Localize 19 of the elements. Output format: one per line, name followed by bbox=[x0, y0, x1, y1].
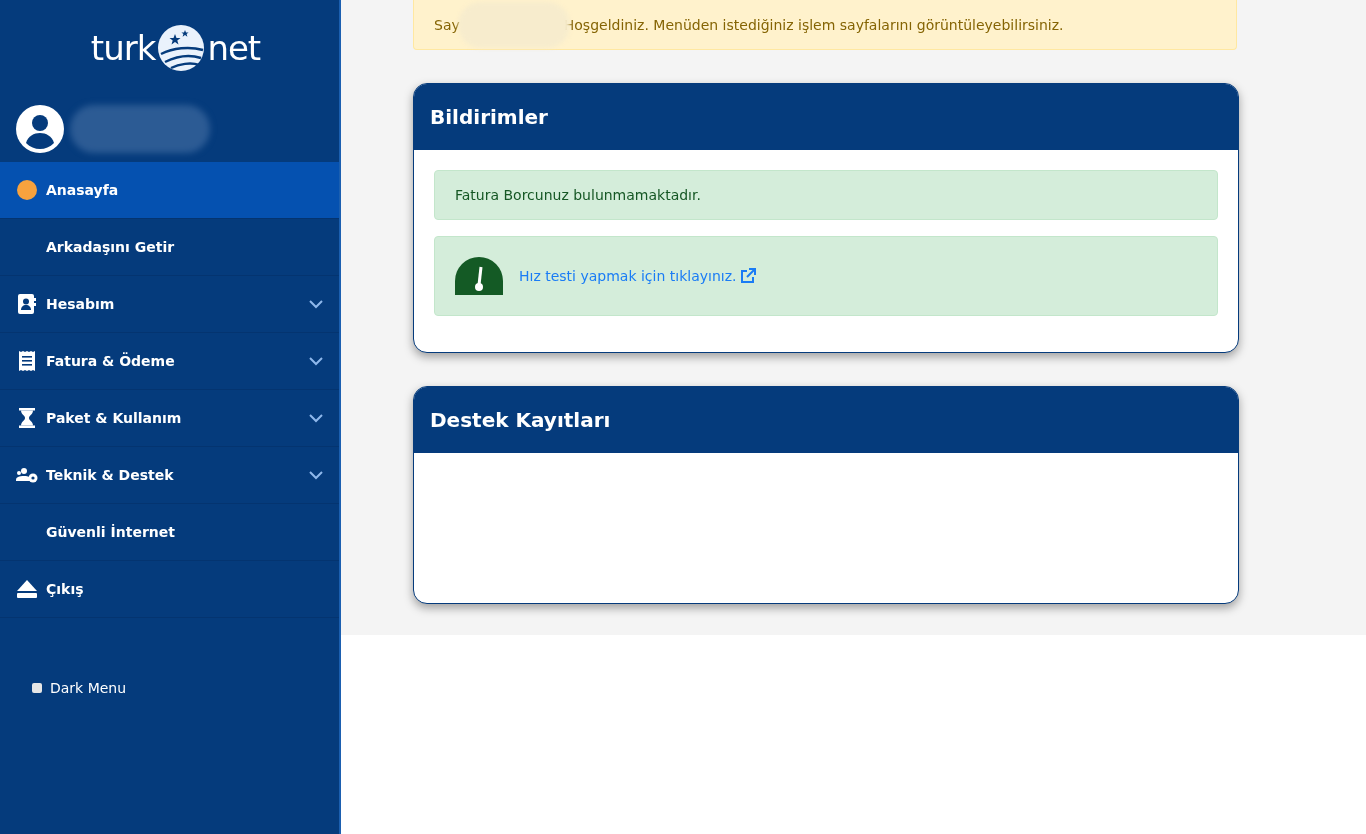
logo-text: net bbox=[207, 27, 261, 68]
alert-message: Fatura Borcunuz bulunmamaktadır. bbox=[434, 170, 1218, 220]
globe-logo-icon bbox=[157, 23, 206, 72]
external-link-icon bbox=[740, 268, 757, 284]
logo-text: turk bbox=[90, 27, 156, 68]
user-avatar-icon bbox=[16, 104, 64, 153]
status-dot-icon bbox=[17, 180, 37, 200]
speedometer-icon bbox=[455, 257, 503, 295]
card-title: Bildirimler bbox=[414, 84, 1238, 150]
receipt-icon bbox=[19, 351, 35, 371]
welcome-text: Say bbox=[434, 16, 460, 33]
dark-menu-checkbox[interactable]: Dark Menu bbox=[32, 680, 339, 696]
hourglass-icon bbox=[19, 408, 35, 428]
eject-icon bbox=[17, 580, 37, 598]
users-gear-icon bbox=[16, 467, 38, 483]
card-title: Destek Kayıtları bbox=[414, 387, 1238, 453]
contact-book-icon bbox=[18, 294, 36, 314]
welcome-text: Hoşgeldiniz. Menüden istediğiniz işlem sayfalarını görüntüleyebilirsiniz. bbox=[563, 16, 1064, 33]
menu-item[interactable]: Anasayfa bbox=[0, 162, 339, 219]
